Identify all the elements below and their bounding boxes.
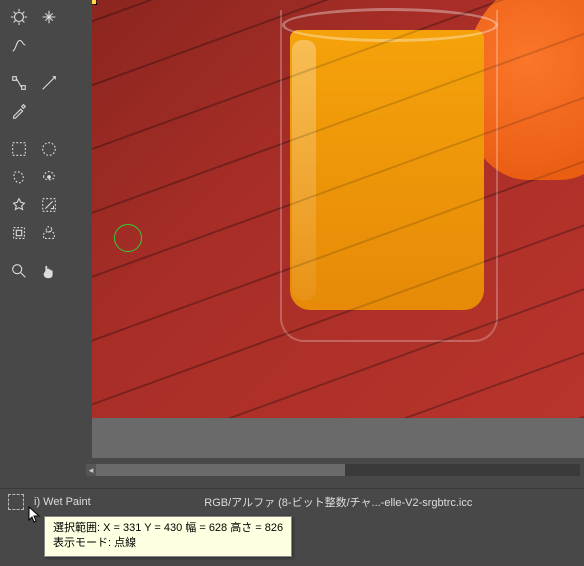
brush-cursor-indicator [114, 224, 142, 252]
toolbox [0, 0, 80, 480]
image-mode-label: RGB/アルファ (8-ビット整数/チャ...-elle-V2-srgbtrc.… [101, 494, 576, 510]
move-pan-tool[interactable] [38, 260, 60, 282]
rect-select-tool[interactable] [8, 138, 30, 160]
scroll-left-arrow[interactable]: ◂ [86, 464, 96, 476]
status-bar: i) Wet Paint RGB/アルファ (8-ビット整数/チャ...-ell… [0, 488, 584, 515]
scissors-select-tool[interactable] [38, 166, 60, 188]
horizontal-scrollbar[interactable]: ◂ [86, 462, 584, 478]
selection-corner-marker [92, 0, 96, 4]
selection-mode-icon[interactable] [8, 494, 24, 510]
color-picker-tool[interactable] [8, 100, 30, 122]
zoom-tool[interactable] [8, 260, 30, 282]
image-content-glass [272, 0, 502, 350]
warp-tool[interactable] [8, 34, 30, 56]
brightness-contrast-tool[interactable] [8, 6, 30, 28]
image-canvas[interactable] [92, 0, 584, 418]
by-color-select-tool[interactable] [38, 194, 60, 216]
node-edit-tool[interactable] [8, 72, 30, 94]
tooltip-line-selection: 選択範囲: X = 331 Y = 430 幅 = 628 高さ = 826 [53, 521, 283, 536]
canvas-area [86, 0, 584, 460]
scrollbar-thumb[interactable] [96, 464, 345, 476]
image-content-background-object [464, 0, 584, 180]
measure-tool[interactable] [38, 72, 60, 94]
fuzzy-select-tool[interactable] [8, 194, 30, 216]
selection-info-tooltip: 選択範囲: X = 331 Y = 430 幅 = 628 高さ = 826 表… [44, 516, 292, 557]
canvas-pasteboard [92, 418, 584, 458]
tooltip-line-display-mode: 表示モード: 点線 [53, 536, 283, 551]
crop-tool[interactable] [8, 222, 30, 244]
foreground-select-tool[interactable] [38, 222, 60, 244]
heal-sparkle-tool[interactable] [38, 6, 60, 28]
free-select-tool[interactable] [8, 166, 30, 188]
ellipse-select-tool[interactable] [38, 138, 60, 160]
active-layer-label: i) Wet Paint [34, 496, 91, 508]
